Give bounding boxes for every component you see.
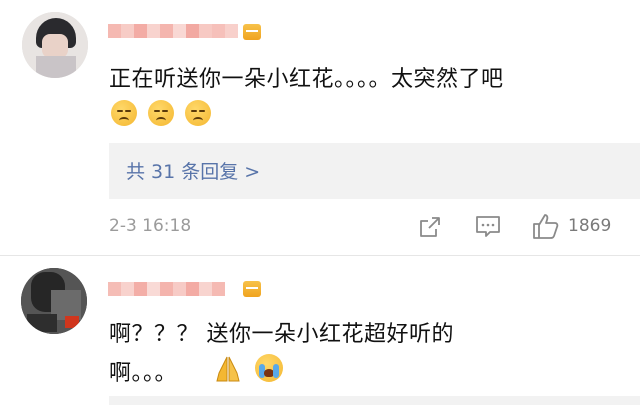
username-blurred[interactable]	[108, 24, 238, 38]
timestamp: 2-3 16:18	[109, 216, 192, 236]
disappointed-face-icon	[111, 100, 137, 126]
comment-text-line-1: 啊？？？ 送你一朵小红花超好听的	[109, 322, 454, 347]
folded-hands-icon	[216, 356, 240, 382]
share-icon[interactable]	[418, 215, 442, 239]
view-replies-link[interactable]: 共 31 条回复 >	[126, 157, 260, 184]
replies-panel[interactable]	[109, 396, 640, 405]
comment-item: 正在听送你一朵小红花。。。。太突然了吧 共 31 条回复 > 2-3 16:18…	[0, 0, 640, 255]
vip-badge-icon	[243, 281, 261, 297]
comment-icon[interactable]	[475, 215, 501, 239]
avatar[interactable]	[21, 268, 87, 334]
loudly-crying-face-icon	[255, 354, 283, 382]
avatar[interactable]	[22, 12, 88, 78]
disappointed-face-icon	[185, 100, 211, 126]
replies-panel[interactable]: 共 31 条回复 >	[109, 143, 640, 199]
username-blurred[interactable]	[108, 282, 225, 296]
vip-badge-icon	[243, 24, 261, 40]
comment-text: 正在听送你一朵小红花。。。。太突然了吧	[109, 67, 504, 92]
like-icon[interactable]	[532, 212, 560, 240]
divider	[0, 255, 640, 256]
disappointed-face-icon	[148, 100, 174, 126]
comment-text-line-2: 啊。。。	[109, 361, 178, 386]
like-count: 1869	[568, 216, 612, 236]
